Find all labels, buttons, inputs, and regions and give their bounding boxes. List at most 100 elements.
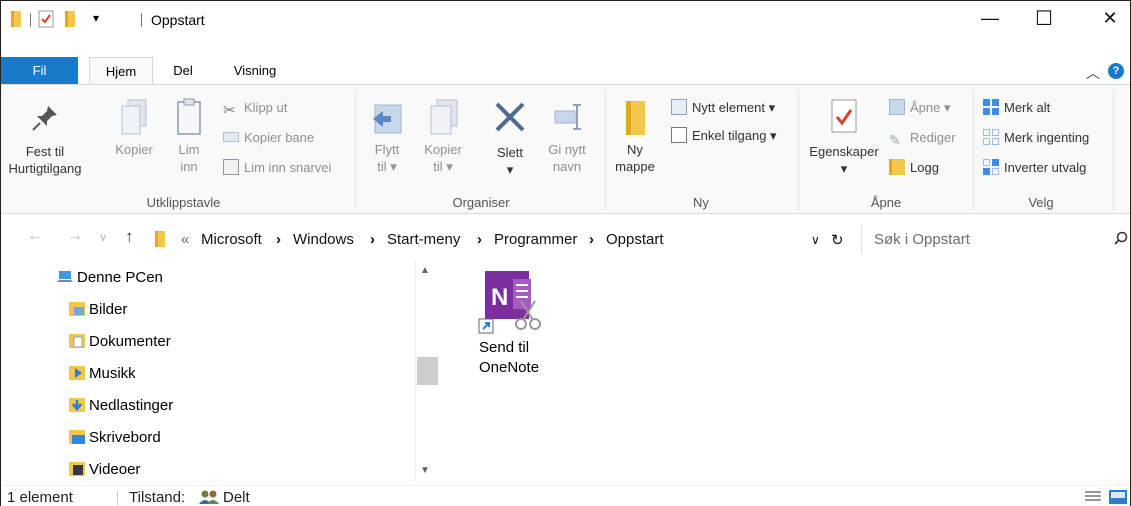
onenote-shortcut-icon: N (478, 271, 541, 334)
invert-selection-button[interactable]: Inverter utvalg (983, 157, 1086, 179)
history-button[interactable]: Logg (889, 157, 939, 179)
search-icon[interactable] (1114, 231, 1128, 245)
group-label-ny: Ny (693, 195, 709, 210)
item-count: 1 element (7, 489, 73, 506)
easy-access-icon (671, 127, 687, 143)
copy-to-button[interactable]: Kopier til ▾ (419, 97, 467, 175)
invert-selection-icon (983, 159, 999, 175)
ribbon-tabs: Fil Hjem Del Visning (1, 57, 1130, 85)
edit-button[interactable]: ✎ Rediger (889, 127, 956, 149)
group-label-velg: Velg (1028, 195, 1054, 210)
scroll-down-icon[interactable]: ▼ (420, 465, 430, 476)
easy-access-button[interactable]: Enkel tilgang ▾ (671, 125, 777, 147)
details-view-icon[interactable] (1085, 490, 1101, 504)
select-all-icon (983, 99, 999, 115)
pin-icon (32, 106, 57, 131)
tab-fil[interactable]: Fil (1, 57, 78, 84)
scroll-up-icon[interactable]: ▲ (420, 265, 430, 276)
nav-item-skrivebord[interactable]: Skrivebord (69, 425, 161, 451)
file-label[interactable]: Send til OneNote (479, 338, 569, 378)
close-button[interactable]: ✕ (1087, 1, 1130, 35)
nav-item-denne-pcen[interactable]: Denne PCen (57, 265, 163, 291)
rename-button[interactable]: Gi nytt navn (539, 97, 595, 175)
paste-shortcut-button[interactable]: Lim inn snarvei (223, 157, 331, 179)
group-label-organiser: Organiser (452, 195, 510, 210)
address-dropdown-icon[interactable]: ∨ (811, 233, 820, 247)
computer-icon (57, 271, 73, 282)
collapse-ribbon-icon[interactable]: ︿ (1086, 63, 1100, 83)
move-to-icon (373, 104, 402, 134)
search-box[interactable]: Søk i Oppstart (861, 225, 1130, 253)
documents-folder-icon (69, 334, 85, 348)
select-all-button[interactable]: Merk alt (983, 97, 1050, 119)
move-to-button[interactable]: Flytt til ▾ (363, 97, 411, 175)
nav-item-dokumenter[interactable]: Dokumenter (69, 329, 171, 355)
back-arrow-icon[interactable]: ← (27, 227, 43, 245)
recent-locations-chevron-icon[interactable]: ∨ (99, 231, 107, 244)
file-item-send-til-onenote[interactable]: N (473, 269, 557, 340)
refresh-icon[interactable]: ↻ (831, 231, 844, 249)
nav-item-videoer[interactable]: Videoer (69, 457, 140, 483)
properties-quick-icon[interactable] (38, 10, 54, 28)
search-input[interactable]: Søk i Oppstart (874, 231, 970, 248)
new-item-icon (671, 99, 687, 115)
group-label-utklippstavle: Utklippstavle (146, 195, 221, 210)
pictures-folder-icon (69, 302, 85, 316)
rename-icon (554, 104, 581, 130)
pin-quick-access-button[interactable]: Fest til Hurtigtilgang (5, 103, 85, 177)
new-folder-button[interactable]: Ny mappe (611, 97, 659, 175)
copy-path-icon (223, 132, 239, 142)
breadcrumb-microsoft[interactable]: Microsoft (201, 231, 262, 248)
downloads-folder-icon (69, 398, 85, 412)
pencil-icon: ✎ (889, 132, 901, 148)
properties-icon (831, 99, 857, 133)
paste-shortcut-icon (223, 159, 239, 175)
folder-icon (11, 11, 21, 27)
properties-button[interactable]: Egenskaper ▾ (805, 97, 883, 177)
breadcrumb-overflow[interactable]: « (181, 231, 189, 248)
breadcrumb-oppstart[interactable]: Oppstart (606, 231, 664, 248)
quick-access-dropdown[interactable]: ▾ (93, 11, 99, 29)
breadcrumb-programmer[interactable]: Programmer (494, 231, 577, 248)
minimize-button[interactable]: — (967, 1, 1013, 35)
scissors-icon: ✂ (223, 102, 236, 119)
state-label: Tilstand: (129, 489, 186, 506)
tab-del[interactable]: Del (163, 57, 203, 84)
copy-path-button[interactable]: Kopier bane (223, 127, 314, 149)
address-row: ← → ∨ ↑ « Microsoft › Windows › Start-me… (1, 223, 1130, 253)
copy-icon (121, 99, 147, 135)
delete-button[interactable]: Slett ▾ (487, 99, 533, 178)
nav-item-musikk[interactable]: Musikk (69, 361, 136, 387)
clipboard-icon (177, 98, 201, 135)
select-none-icon (983, 129, 999, 145)
cut-button[interactable]: ✂ Klipp ut (223, 97, 287, 119)
select-none-button[interactable]: Merk ingenting (983, 127, 1089, 149)
status-bar: 1 element Tilstand: Delt (1, 485, 1130, 506)
breadcrumb-windows[interactable]: Windows (293, 231, 354, 248)
maximize-button[interactable]: ☐ (1021, 1, 1067, 35)
address-bar[interactable]: « Microsoft › Windows › Start-meny › Pro… (151, 225, 851, 253)
videos-folder-icon (69, 462, 85, 476)
delete-x-icon (495, 102, 525, 132)
new-folder-quick-icon[interactable] (65, 11, 75, 27)
nav-item-nedlastinger[interactable]: Nedlastinger (69, 393, 173, 419)
forward-arrow-icon[interactable]: → (67, 227, 83, 245)
navigation-pane: Denne PCen Bilder Dokumenter Musikk Nedl… (1, 259, 441, 483)
history-icon (889, 159, 905, 175)
breadcrumb-start-meny[interactable]: Start-meny (387, 231, 460, 248)
tab-hjem[interactable]: Hjem (89, 57, 153, 85)
paste-button[interactable]: Lim inn (169, 97, 209, 175)
nav-item-bilder[interactable]: Bilder (69, 297, 127, 323)
window-title: Oppstart (151, 12, 205, 28)
large-icons-view-icon[interactable] (1109, 490, 1127, 504)
tab-visning[interactable]: Visning (219, 57, 291, 84)
music-folder-icon (69, 366, 85, 380)
open-button[interactable]: Åpne ▾ (889, 97, 951, 119)
state-value: Delt (223, 489, 250, 506)
copy-button[interactable]: Kopier (109, 97, 159, 158)
new-folder-icon (626, 101, 645, 135)
help-icon[interactable]: ? (1108, 63, 1124, 79)
scroll-thumb[interactable] (417, 357, 438, 385)
up-arrow-icon[interactable]: ↑ (125, 227, 134, 247)
new-item-button[interactable]: Nytt element ▾ (671, 97, 775, 119)
